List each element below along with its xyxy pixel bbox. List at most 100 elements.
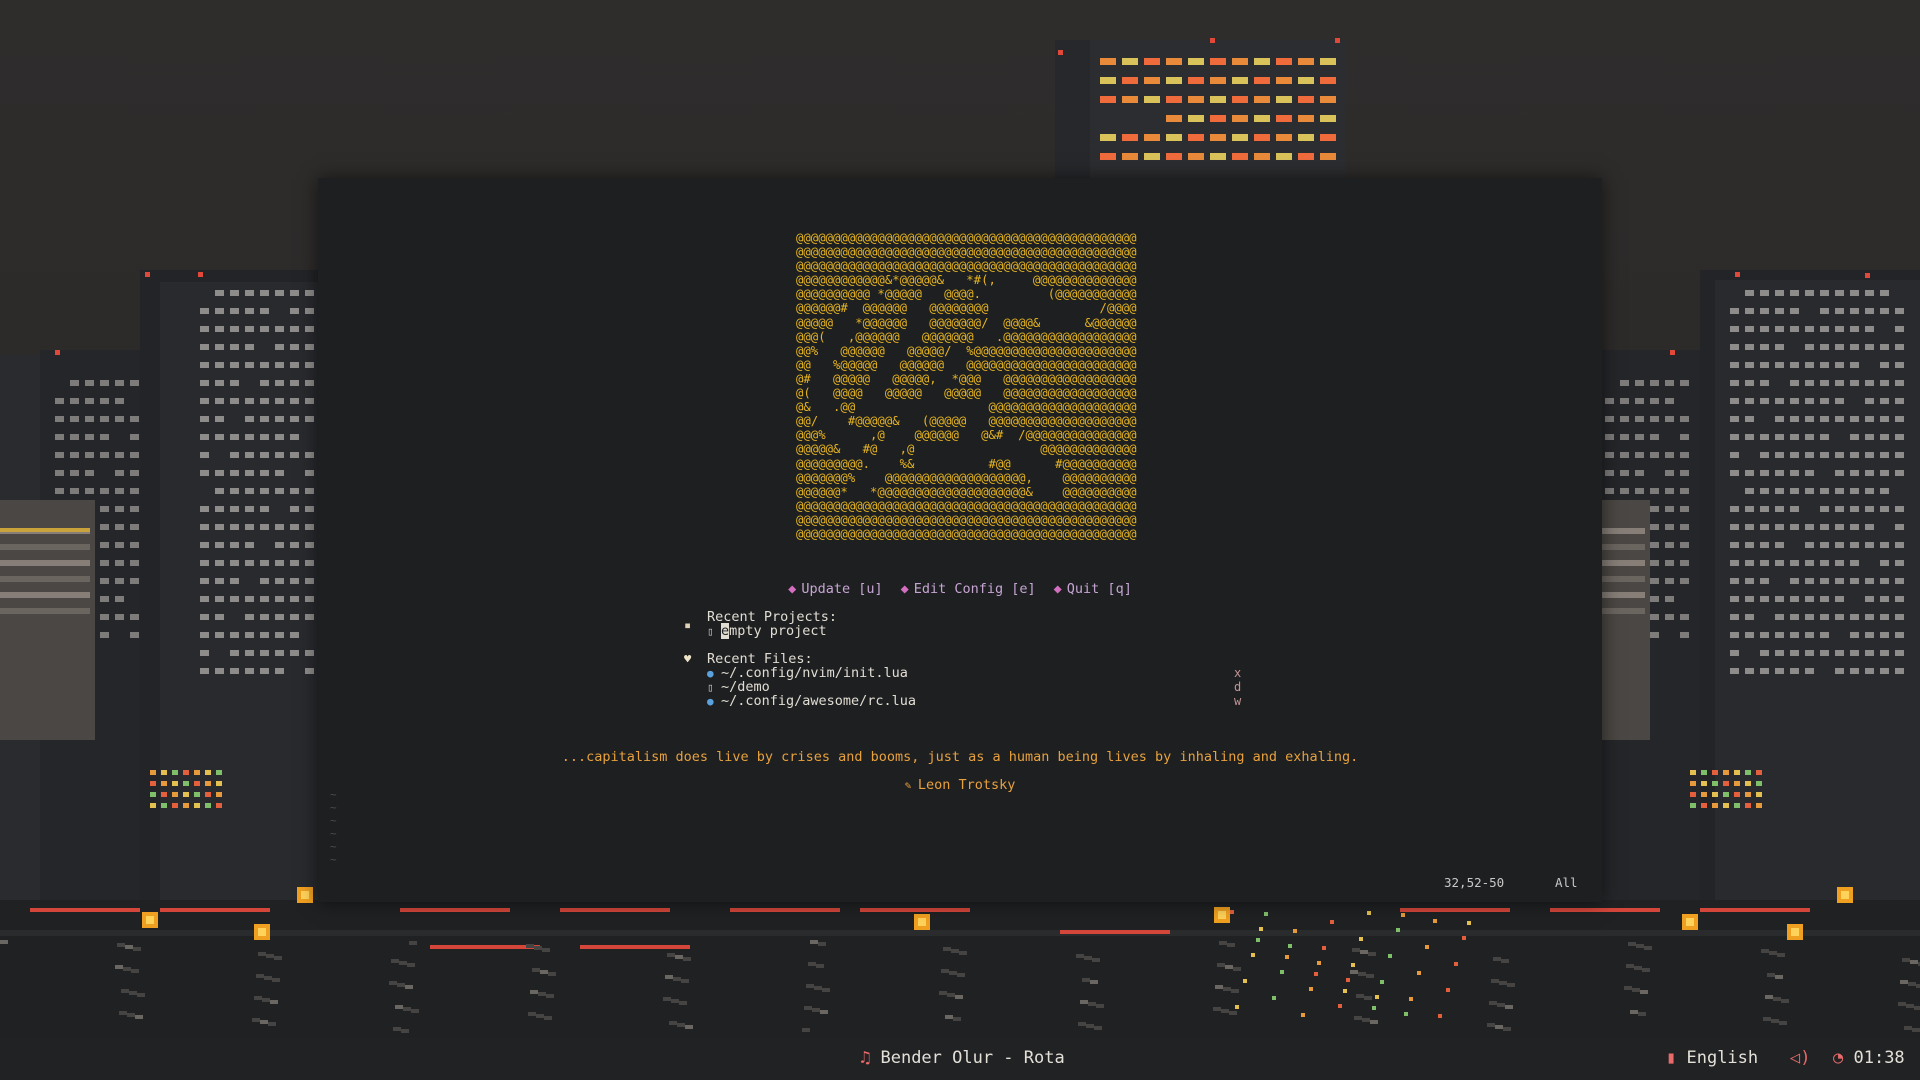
building-window bbox=[100, 542, 109, 548]
building-window bbox=[1850, 542, 1859, 548]
keyboard-layout-widget[interactable]: ▮ English bbox=[1666, 1048, 1758, 1068]
building-window bbox=[1850, 434, 1859, 440]
debris bbox=[806, 984, 814, 988]
building-window bbox=[1635, 380, 1644, 386]
street-lamp-core bbox=[146, 916, 154, 924]
building-window bbox=[1835, 506, 1844, 512]
recent-project-item[interactable]: ▯ empty project bbox=[707, 623, 827, 639]
building-window bbox=[1775, 452, 1784, 458]
building-window bbox=[1775, 398, 1784, 404]
street-light-line bbox=[1400, 908, 1510, 912]
building-window bbox=[215, 290, 224, 296]
lit-window bbox=[1734, 781, 1740, 786]
lit-window bbox=[150, 803, 156, 808]
building-window bbox=[275, 524, 284, 530]
lit-window bbox=[161, 803, 167, 808]
tower-window bbox=[1298, 96, 1314, 103]
spark bbox=[1351, 963, 1355, 967]
lit-window bbox=[205, 770, 211, 775]
lit-window bbox=[183, 781, 189, 786]
building-window bbox=[1665, 452, 1674, 458]
debris bbox=[1898, 1002, 1906, 1006]
scroll-indicator: All bbox=[1555, 875, 1578, 890]
tower-window bbox=[1298, 58, 1314, 65]
lit-window bbox=[1756, 781, 1762, 786]
building-window bbox=[115, 380, 124, 386]
tower-window bbox=[1144, 153, 1160, 160]
now-playing-widget[interactable]: ♫ Bender Olur - Rota bbox=[860, 1048, 1065, 1068]
building-window bbox=[1665, 596, 1674, 602]
building-window bbox=[1805, 470, 1814, 476]
recent-file-item[interactable]: ● ~/.config/awesome/rc.lua bbox=[707, 693, 916, 709]
building-window bbox=[1730, 344, 1739, 350]
lit-window bbox=[1745, 803, 1751, 808]
debris bbox=[959, 951, 967, 955]
tower-window bbox=[1166, 96, 1182, 103]
building-window bbox=[275, 668, 284, 674]
debris bbox=[536, 1014, 544, 1018]
lit-window bbox=[216, 803, 222, 808]
building-window bbox=[200, 398, 209, 404]
building-window bbox=[230, 470, 239, 476]
building-window bbox=[1880, 506, 1889, 512]
debris bbox=[941, 969, 949, 973]
building-window bbox=[1820, 632, 1829, 638]
building-window bbox=[290, 488, 299, 494]
building-window bbox=[1865, 488, 1874, 494]
building-window bbox=[1620, 380, 1629, 386]
project-icon: ▯ bbox=[707, 625, 714, 638]
quit-button[interactable]: ◆ Quit [q] bbox=[1054, 581, 1132, 597]
edit-config-button[interactable]: ◆ Edit Config [e] bbox=[901, 581, 1036, 597]
building-window bbox=[1850, 524, 1859, 530]
quit-label: Quit [q] bbox=[1066, 581, 1132, 597]
file-hotkey[interactable]: d bbox=[1234, 680, 1241, 694]
building-window bbox=[245, 452, 254, 458]
building-window bbox=[1730, 542, 1739, 548]
volume-icon[interactable]: ◁) bbox=[1790, 1048, 1810, 1068]
building-window bbox=[1880, 416, 1889, 422]
building-window bbox=[1730, 434, 1739, 440]
file-hotkey[interactable]: x bbox=[1234, 666, 1241, 680]
file-hotkey[interactable]: w bbox=[1234, 694, 1241, 708]
building-window bbox=[1805, 614, 1814, 620]
building-window bbox=[1820, 650, 1829, 656]
building-window bbox=[1760, 470, 1769, 476]
tower-window bbox=[1232, 96, 1248, 103]
debris bbox=[542, 948, 550, 952]
building-window bbox=[1760, 506, 1769, 512]
building-window bbox=[245, 632, 254, 638]
building-window bbox=[1895, 650, 1904, 656]
building-window bbox=[1820, 506, 1829, 512]
debris bbox=[939, 991, 947, 995]
building-window bbox=[305, 668, 314, 674]
update-button[interactable]: ◆ Update [u] bbox=[788, 581, 882, 597]
building-window bbox=[275, 344, 284, 350]
lit-window bbox=[1756, 803, 1762, 808]
building-window bbox=[290, 560, 299, 566]
building-window bbox=[115, 470, 124, 476]
building-floor bbox=[1600, 576, 1645, 582]
building-window bbox=[200, 452, 209, 458]
tower-window bbox=[1188, 96, 1204, 103]
tower-window bbox=[1122, 153, 1138, 160]
tower-window bbox=[1166, 77, 1182, 84]
tower-window bbox=[1100, 96, 1116, 103]
building-window bbox=[230, 596, 239, 602]
tower-window bbox=[1276, 77, 1292, 84]
neovim-terminal-window[interactable]: @@@@@@@@@@@@@@@@@@@@@@@@@@@@@@@@@@@@@@@@… bbox=[318, 178, 1602, 902]
tower-window bbox=[1210, 58, 1226, 65]
debris bbox=[810, 940, 818, 944]
street-lamp-core bbox=[301, 891, 309, 899]
debris bbox=[1906, 1004, 1914, 1008]
building-window bbox=[1895, 560, 1904, 566]
building-window bbox=[305, 326, 314, 332]
building-window bbox=[1665, 488, 1674, 494]
building-window bbox=[1680, 470, 1689, 476]
building-window bbox=[100, 614, 109, 620]
building-window bbox=[215, 380, 224, 386]
building-window bbox=[1895, 524, 1904, 530]
tower-window bbox=[1276, 153, 1292, 160]
building-window bbox=[1880, 632, 1889, 638]
building-window bbox=[1880, 452, 1889, 458]
lit-window bbox=[1701, 781, 1707, 786]
